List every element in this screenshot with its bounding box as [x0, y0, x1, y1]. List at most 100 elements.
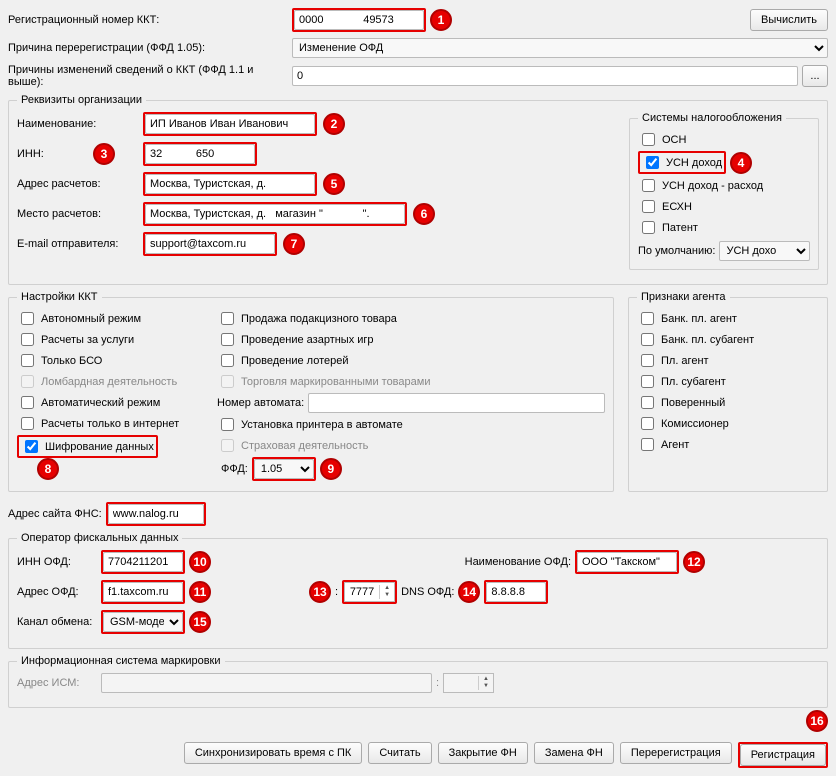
kkt-printer-label: Установка принтера в автомате [241, 419, 403, 431]
ism-port-spinner: ▲▼ [443, 673, 494, 693]
agent-commission[interactable] [641, 417, 654, 430]
ofd-fieldset: Оператор фискальных данных ИНН ОФД: 10 Н… [8, 532, 828, 649]
chevron-up-icon[interactable]: ▲ [380, 585, 394, 592]
replace-fn-button[interactable]: Замена ФН [534, 742, 614, 764]
chevron-down-icon[interactable]: ▼ [380, 592, 394, 599]
ofd-name-label: Наименование ОФД: [465, 556, 571, 568]
reg-num-input[interactable] [294, 10, 424, 30]
fns-addr-input[interactable] [108, 504, 204, 524]
badge-12: 12 [683, 551, 705, 573]
kkt-marked [221, 375, 234, 388]
badge-3: 3 [93, 143, 115, 165]
kkt-gambling[interactable] [221, 333, 234, 346]
ism-addr-input [101, 673, 432, 693]
agent-fieldset: Признаки агента Банк. пл. агент Банк. пл… [628, 291, 828, 492]
kkt-services[interactable] [21, 333, 34, 346]
read-button[interactable]: Считать [368, 742, 431, 764]
agent-attorney-label: Поверенный [661, 397, 725, 409]
ofd-port-input[interactable] [345, 583, 379, 601]
ffd-select[interactable]: 1.05 [254, 459, 314, 479]
org-name-label: Наименование: [17, 118, 137, 130]
tax-usn-rashod[interactable] [642, 179, 655, 192]
ofd-dns-input[interactable] [486, 582, 546, 602]
org-inn-label: ИНН: [17, 148, 137, 160]
ofd-dns-label: DNS ОФД: [401, 586, 454, 598]
automat-num-input[interactable] [308, 393, 605, 413]
rereg-reason-select[interactable]: Изменение ОФД [292, 38, 828, 58]
tax-eshn[interactable] [642, 200, 655, 213]
org-inn-input[interactable] [145, 144, 255, 164]
automat-num-label: Номер автомата: [217, 397, 304, 409]
close-fn-button[interactable]: Закрытие ФН [438, 742, 528, 764]
kkt-insurance-label: Страховая деятельность [241, 440, 368, 452]
tax-osn-label: ОСН [662, 134, 686, 146]
agent-attorney[interactable] [641, 396, 654, 409]
badge-15: 15 [189, 611, 211, 633]
kkt-marked-label: Торговля маркированными товарами [241, 376, 430, 388]
sync-time-button[interactable]: Синхронизировать время с ПК [184, 742, 363, 764]
tax-default-select[interactable]: УСН дохо [719, 241, 810, 261]
agent-legend: Признаки агента [637, 291, 730, 303]
colon-sep: : [335, 586, 338, 598]
ofd-inn-input[interactable] [103, 552, 183, 572]
org-addr-input[interactable] [145, 174, 315, 194]
kkt-autonomous[interactable] [21, 312, 34, 325]
org-legend: Реквизиты организации [17, 94, 146, 106]
badge-8: 8 [37, 458, 59, 480]
ofd-legend: Оператор фискальных данных [17, 532, 182, 544]
agent-bank-label: Банк. пл. агент [661, 313, 737, 325]
agent-bank-sub[interactable] [641, 333, 654, 346]
kkt-excise[interactable] [221, 312, 234, 325]
ofd-chan-select[interactable]: GSM-модем [103, 612, 183, 632]
kkt-internet[interactable] [21, 417, 34, 430]
badge-2: 2 [323, 113, 345, 135]
ofd-addr-label: Адрес ОФД: [17, 586, 97, 598]
badge-10: 10 [189, 551, 211, 573]
ofd-inn-label: ИНН ОФД: [17, 556, 97, 568]
ofd-port-spinner[interactable]: ▲▼ [344, 582, 395, 602]
ism-addr-label: Адрес ИСМ: [17, 677, 97, 689]
org-email-input[interactable] [145, 234, 275, 254]
org-place-input[interactable] [145, 204, 405, 224]
tax-default-label: По умолчанию: [638, 245, 715, 257]
kkt-auto-label: Автоматический режим [41, 397, 160, 409]
kkt-lombard-label: Ломбардная деятельность [41, 376, 177, 388]
tax-legend: Системы налогообложения [638, 112, 786, 124]
agent-pl-sub[interactable] [641, 375, 654, 388]
agent-bank[interactable] [641, 312, 654, 325]
agent-agent[interactable] [641, 438, 654, 451]
kkt-lottery[interactable] [221, 354, 234, 367]
change-reasons-more-button[interactable]: ... [802, 65, 828, 87]
badge-14: 14 [458, 581, 480, 603]
kkt-bso[interactable] [21, 354, 34, 367]
kkt-insurance [221, 439, 234, 452]
reregister-button[interactable]: Перерегистрация [620, 742, 732, 764]
kkt-excise-label: Продажа подакцизного товара [241, 313, 397, 325]
kkt-lombard [21, 375, 34, 388]
agent-pl[interactable] [641, 354, 654, 367]
fns-addr-label: Адрес сайта ФНС: [8, 508, 102, 520]
ofd-name-input[interactable] [577, 552, 677, 572]
tax-usn-dohod[interactable] [646, 156, 659, 169]
ofd-addr-input[interactable] [103, 582, 183, 602]
agent-agent-label: Агент [661, 439, 689, 451]
kkt-encryption-label: Шифрование данных [45, 441, 154, 453]
org-email-label: E-mail отправителя: [17, 238, 137, 250]
tax-fieldset: Системы налогообложения ОСН УСН доход 4 … [629, 112, 819, 270]
kkt-encryption[interactable] [25, 440, 38, 453]
register-button[interactable]: Регистрация [740, 744, 826, 766]
tax-patent[interactable] [642, 221, 655, 234]
tax-osn[interactable] [642, 133, 655, 146]
ism-port-input [444, 674, 478, 692]
change-reasons-input[interactable] [292, 66, 798, 86]
colon-sep2: : [436, 677, 439, 689]
badge-13: 13 [309, 581, 331, 603]
org-name-input[interactable] [145, 114, 315, 134]
ism-fieldset: Информационная система маркировки Адрес … [8, 655, 828, 708]
kkt-auto[interactable] [21, 396, 34, 409]
kkt-printer[interactable] [221, 418, 234, 431]
reg-num-label: Регистрационный номер ККТ: [8, 14, 288, 26]
change-reasons-label: Причины изменений сведений о ККТ (ФФД 1.… [8, 64, 288, 88]
badge-16: 16 [806, 710, 828, 732]
calc-button[interactable]: Вычислить [750, 9, 828, 31]
